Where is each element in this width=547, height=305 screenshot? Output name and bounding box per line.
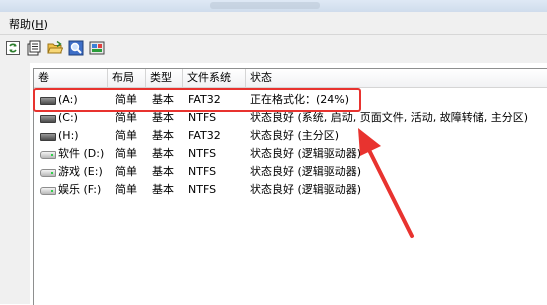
annotation-arrow-icon: [358, 128, 414, 238]
